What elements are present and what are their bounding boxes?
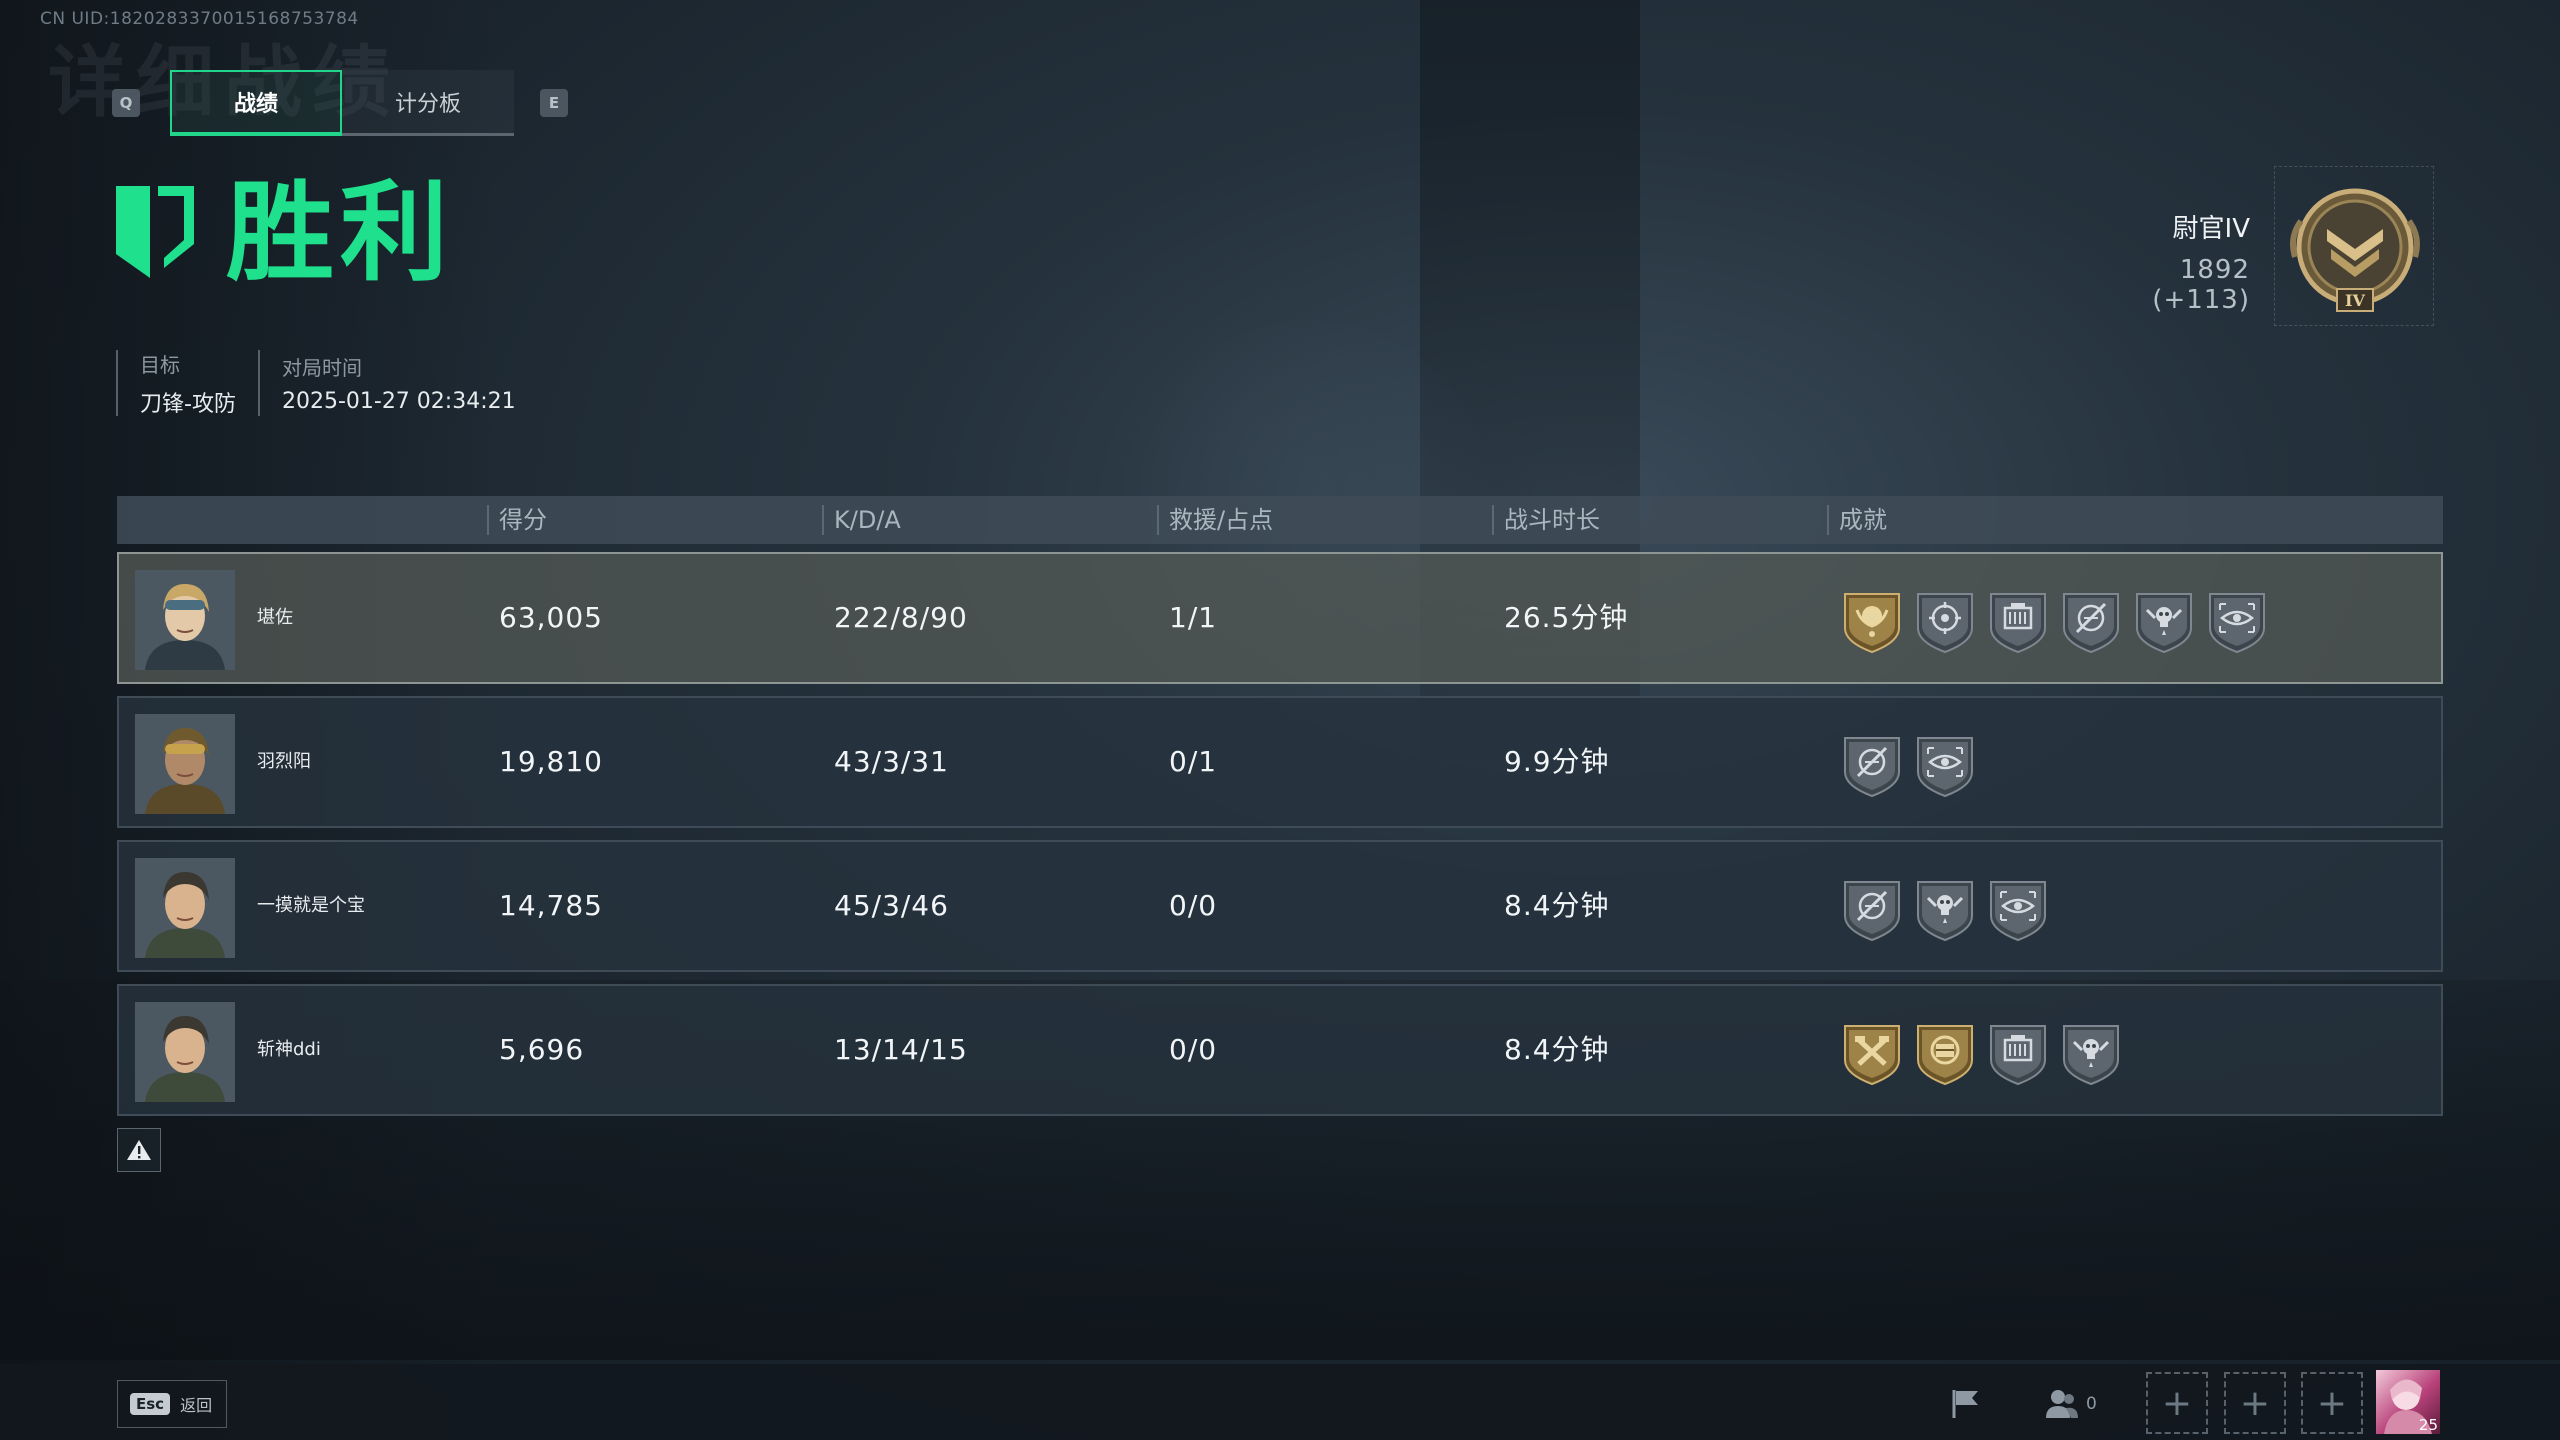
eye-scope-icon[interactable]: [2206, 588, 2268, 654]
header-achievements: 成就: [1827, 505, 1887, 535]
ammo-crate-icon[interactable]: [1987, 588, 2049, 654]
esc-key: Esc: [130, 1393, 171, 1415]
table-header: 得分 K/D/A 救援/占点 战斗时长 成就: [117, 496, 2443, 544]
cell-kda: 45/3/46: [834, 889, 949, 922]
plus-icon: +: [2316, 1382, 2348, 1424]
skull-wings-icon[interactable]: [1914, 876, 1976, 942]
player-avatar-portrait[interactable]: [135, 858, 235, 958]
cell-duration: 26.5分钟: [1504, 601, 1629, 634]
meta-target-label: 目标: [140, 352, 180, 377]
no-aim-icon[interactable]: [1841, 732, 1903, 798]
gold-medal-icon[interactable]: [1841, 588, 1903, 654]
skull-wings-icon[interactable]: [2133, 588, 2195, 654]
cell-kda: 222/8/90: [834, 601, 968, 634]
avatar-level: 25: [2418, 1416, 2438, 1434]
meta-time-value: 2025-01-27 02:34:21: [281, 389, 516, 414]
tab-stats[interactable]: 战绩: [170, 70, 342, 136]
header-rescue: 救援/占点: [1157, 505, 1273, 535]
cell-duration: 8.4分钟: [1504, 889, 1610, 922]
cell-rescue: 1/1: [1169, 601, 1218, 634]
player-avatar-portrait[interactable]: [135, 1002, 235, 1102]
rank-score: 1892 (+113): [2152, 255, 2250, 315]
player-name: 堪佐: [257, 607, 293, 628]
no-aim-icon[interactable]: [2060, 588, 2122, 654]
rank-info: 尉官IV 1892 (+113): [2080, 208, 2250, 315]
cell-rescue: 0/0: [1169, 1033, 1218, 1066]
party-slot-2[interactable]: +: [2224, 1372, 2286, 1434]
warning-icon: [127, 1140, 151, 1160]
meta-target-value: 刀锋-攻防: [140, 391, 236, 417]
meta-time: 对局时间 2025-01-27 02:34:21: [257, 350, 516, 416]
party-slot-3[interactable]: +: [2301, 1372, 2363, 1434]
player-name: 羽烈阳: [257, 751, 311, 772]
player-avatar[interactable]: 25: [2376, 1370, 2440, 1434]
gold-chest-icon[interactable]: [1914, 1020, 1976, 1086]
svg-text:IV: IV: [2345, 291, 2365, 310]
cell-kda: 43/3/31: [834, 745, 949, 778]
cell-duration: 9.9分钟: [1504, 745, 1610, 778]
rank-badge-icon: IV: [2290, 188, 2420, 312]
player-avatar-portrait[interactable]: [135, 570, 235, 670]
stats-table: 得分 K/D/A 救援/占点 战斗时长 成就 堪佐 63,005 222/8/90 1…: [117, 496, 2443, 1116]
player-avatar-portrait[interactable]: [135, 714, 235, 814]
flag-icon: [1952, 1390, 1978, 1418]
eye-scope-icon[interactable]: [1987, 876, 2049, 942]
rank-badge[interactable]: IV: [2274, 166, 2434, 326]
tab-bar: Q 战绩 计分板 E: [112, 70, 568, 136]
party-icon: [2046, 1390, 2078, 1418]
gold-hammer-icon[interactable]: [1841, 1020, 1903, 1086]
target-icon[interactable]: [1914, 588, 1976, 654]
cell-rescue: 0/0: [1169, 889, 1218, 922]
party-button[interactable]: 0: [2044, 1380, 2097, 1428]
table-row[interactable]: 一摸就是个宝 14,785 45/3/46 0/0 8.4分钟: [117, 840, 2443, 972]
header-duration: 战斗时长: [1492, 505, 1600, 535]
no-aim-icon[interactable]: [1841, 876, 1903, 942]
party-count: 0: [2086, 1394, 2097, 1414]
meta-time-label: 对局时间: [281, 356, 362, 380]
tab-next-key[interactable]: E: [540, 89, 568, 117]
report-warning-button[interactable]: [117, 1128, 161, 1172]
player-name: 斩神ddi: [257, 1039, 321, 1060]
skull-wings-icon[interactable]: [2060, 1020, 2122, 1086]
cell-score: 14,785: [499, 889, 603, 922]
tab-prev-key[interactable]: Q: [112, 89, 140, 117]
match-result: 胜利: [112, 180, 454, 288]
meta-target: 目标 刀锋-攻防: [116, 350, 236, 417]
cell-score: 5,696: [499, 1033, 585, 1066]
back-button[interactable]: Esc 返回: [117, 1380, 227, 1428]
cell-duration: 8.4分钟: [1504, 1033, 1610, 1066]
cell-score: 63,005: [499, 601, 603, 634]
eye-scope-icon[interactable]: [1914, 732, 1976, 798]
flag-button[interactable]: [1948, 1380, 1984, 1428]
table-row[interactable]: 堪佐 63,005 222/8/90 1/1 26.5分钟: [117, 552, 2443, 684]
plus-icon: +: [2239, 1382, 2271, 1424]
match-meta: 目标 刀锋-攻防 对局时间 2025-01-27 02:34:21: [116, 350, 538, 417]
header-score: 得分: [487, 505, 547, 535]
victory-shield-icon: [112, 182, 198, 286]
back-label: 返回: [180, 1396, 213, 1415]
table-row[interactable]: 斩神ddi 5,696 13/14/15 0/0 8.4分钟: [117, 984, 2443, 1116]
plus-icon: +: [2161, 1382, 2193, 1424]
rank-name: 尉官IV: [2172, 214, 2250, 244]
player-name: 一摸就是个宝: [257, 895, 365, 916]
table-row[interactable]: 羽烈阳 19,810 43/3/31 0/1 9.9分钟: [117, 696, 2443, 828]
cell-rescue: 0/1: [1169, 745, 1218, 778]
tab-scoreboard[interactable]: 计分板: [342, 70, 514, 136]
header-kda: K/D/A: [822, 505, 901, 535]
ammo-crate-icon[interactable]: [1987, 1020, 2049, 1086]
party-slot-1[interactable]: +: [2146, 1372, 2208, 1434]
cell-score: 19,810: [499, 745, 603, 778]
victory-title: 胜利: [226, 171, 455, 296]
cell-kda: 13/14/15: [834, 1033, 968, 1066]
